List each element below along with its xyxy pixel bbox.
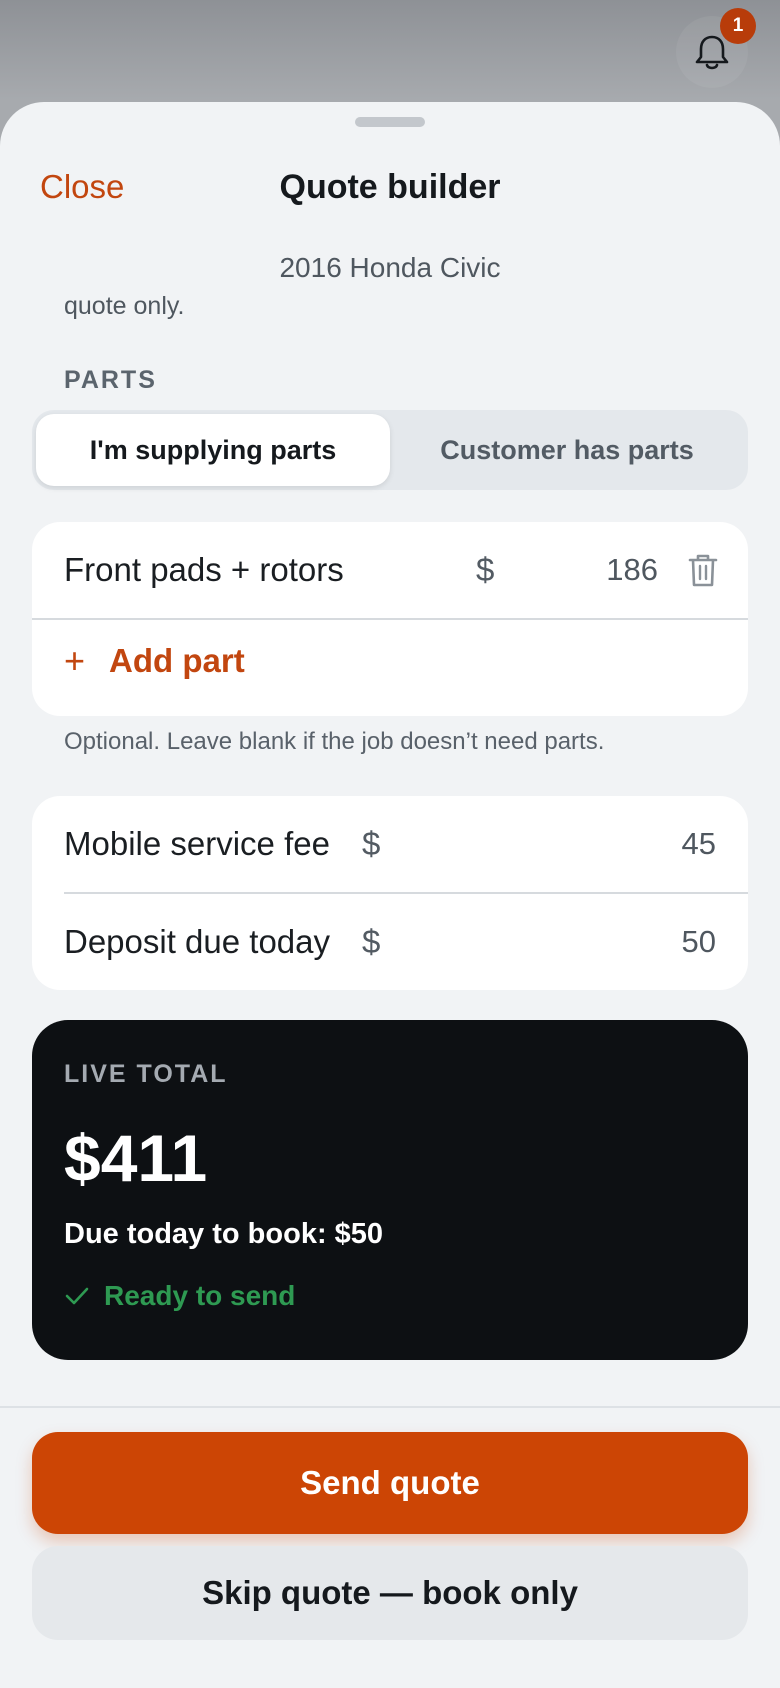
fee-label: Mobile service fee: [64, 825, 330, 862]
live-total-card: LIVE TOTAL $411 Due today to book: $50 R…: [32, 1020, 748, 1360]
send-quote-button[interactable]: Send quote: [32, 1432, 748, 1534]
currency-symbol: $: [362, 825, 381, 862]
part-row: Front pads + rotors $ 186: [32, 522, 748, 618]
notification-count-badge: 1: [720, 8, 756, 44]
row-divider: [32, 618, 748, 620]
add-part-label: Add part: [109, 642, 245, 679]
parts-supply-toggle: I'm supplying parts Customer has parts: [32, 410, 748, 490]
currency-symbol: $: [362, 923, 381, 960]
mobile-service-fee-input[interactable]: 45: [682, 826, 716, 862]
due-today-text: Due today to book: $50: [64, 1218, 384, 1250]
sheet-title: Quote builder: [279, 168, 501, 206]
quote-builder-sheet: Close Quote builder 2016 Honda Civic quo…: [0, 102, 780, 1688]
sheet-grabber[interactable]: [355, 117, 425, 127]
plus-icon: +: [64, 640, 86, 681]
parts-helper-text: Optional. Leave blank if the job doesn’t…: [64, 728, 605, 755]
fee-row-mobile-service: Mobile service fee $ 45: [32, 796, 748, 892]
fees-card: Mobile service fee $ 45 Deposit due toda…: [32, 796, 748, 990]
trash-icon[interactable]: [686, 552, 720, 588]
vehicle-subtitle: 2016 Honda Civic: [279, 252, 501, 283]
parts-section-label: PARTS: [64, 366, 157, 394]
add-part-button[interactable]: + Add part: [64, 642, 245, 680]
ready-status: Ready to send: [64, 1280, 295, 1312]
live-total-amount: $411: [64, 1121, 208, 1195]
skip-quote-button[interactable]: Skip quote — book only: [32, 1546, 748, 1640]
fee-row-deposit: Deposit due today $ 50: [32, 894, 748, 990]
scrolled-description-text: quote only.: [64, 292, 185, 320]
ready-status-label: Ready to send: [104, 1280, 296, 1311]
footer-divider: [0, 1406, 780, 1408]
bell-icon: [695, 35, 729, 70]
check-icon: [65, 1287, 89, 1305]
segment-customer-has-parts[interactable]: Customer has parts: [390, 414, 744, 486]
part-name-input[interactable]: Front pads + rotors: [64, 551, 344, 589]
part-amount-input[interactable]: 186: [606, 552, 658, 588]
fee-label: Deposit due today: [64, 923, 331, 960]
parts-card: Front pads + rotors $ 186 + Add part: [32, 522, 748, 716]
currency-symbol: $: [476, 551, 495, 588]
deposit-amount-input[interactable]: 50: [682, 924, 716, 960]
segment-supplying-parts[interactable]: I'm supplying parts: [36, 414, 390, 486]
live-total-label: LIVE TOTAL: [64, 1060, 228, 1088]
